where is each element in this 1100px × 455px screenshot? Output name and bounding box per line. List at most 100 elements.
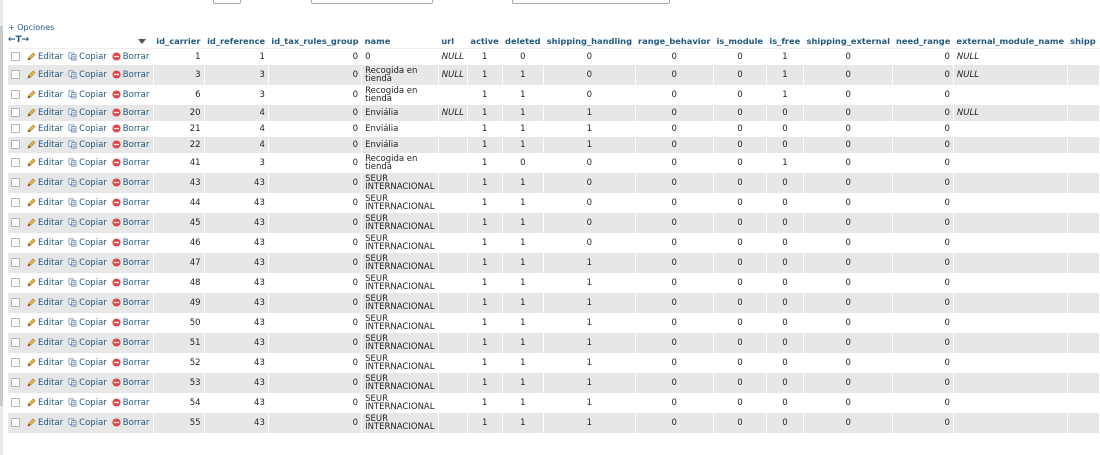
edit-button[interactable]: Editar	[27, 198, 63, 208]
edit-button[interactable]: Editar	[27, 338, 63, 348]
edit-button[interactable]: Editar	[27, 358, 63, 368]
edit-button[interactable]: Editar	[27, 124, 63, 134]
row-checkbox[interactable]	[11, 258, 20, 268]
row-checkbox[interactable]	[11, 158, 20, 168]
edit-button[interactable]: Editar	[27, 318, 63, 328]
delete-button[interactable]: Borrar	[112, 158, 149, 168]
col-url[interactable]: url	[438, 33, 468, 49]
row-checkbox[interactable]	[11, 378, 20, 388]
row-checkbox[interactable]	[11, 358, 20, 368]
edit-button[interactable]: Editar	[27, 140, 63, 150]
col-active[interactable]: active	[467, 33, 503, 49]
row-checkbox[interactable]	[11, 318, 20, 328]
row-checkbox[interactable]	[11, 108, 20, 118]
edit-button[interactable]: Editar	[27, 70, 63, 80]
row-checkbox[interactable]	[11, 90, 20, 100]
col-external-module-name[interactable]: external_module_name	[953, 33, 1068, 49]
col-deleted[interactable]: deleted	[502, 33, 544, 49]
row-checkbox[interactable]	[11, 218, 20, 228]
col-shipp[interactable]: shipp	[1067, 33, 1100, 49]
copy-button[interactable]: Copiar	[68, 52, 107, 62]
row-checkbox[interactable]	[11, 198, 20, 208]
copy-button[interactable]: Copiar	[68, 178, 107, 188]
row-checkbox[interactable]	[11, 278, 20, 288]
delete-button[interactable]: Borrar	[112, 398, 149, 408]
row-checkbox[interactable]	[11, 298, 20, 308]
copy-button[interactable]: Copiar	[68, 338, 107, 348]
delete-button[interactable]: Borrar	[112, 218, 149, 228]
top-input-1[interactable]	[213, 0, 241, 4]
edit-button[interactable]: Editar	[27, 108, 63, 118]
row-checkbox[interactable]	[11, 52, 20, 62]
delete-button[interactable]: Borrar	[112, 378, 149, 388]
col-is-module[interactable]: is_module	[713, 33, 767, 49]
edit-button[interactable]: Editar	[27, 398, 63, 408]
edit-button[interactable]: Editar	[27, 378, 63, 388]
copy-button[interactable]: Copiar	[68, 198, 107, 208]
row-checkbox[interactable]	[11, 238, 20, 248]
col-need-range[interactable]: need_range	[892, 33, 954, 49]
col-id-reference[interactable]: id_reference	[204, 33, 269, 49]
copy-button[interactable]: Copiar	[68, 218, 107, 228]
delete-button[interactable]: Borrar	[112, 52, 149, 62]
col-shipping-handling[interactable]: shipping_handling	[543, 33, 636, 49]
edit-button[interactable]: Editar	[27, 158, 63, 168]
sort-caret-icon[interactable]	[138, 38, 147, 44]
edit-button[interactable]: Editar	[27, 258, 63, 268]
copy-button[interactable]: Copiar	[68, 70, 107, 80]
edit-button[interactable]: Editar	[27, 52, 63, 62]
delete-button[interactable]: Borrar	[112, 108, 149, 118]
row-checkbox[interactable]	[11, 178, 20, 188]
row-checkbox[interactable]	[11, 398, 20, 408]
col-range-behavior[interactable]: range_behavior	[635, 33, 714, 49]
row-checkbox[interactable]	[11, 338, 20, 348]
delete-button[interactable]: Borrar	[112, 124, 149, 134]
edit-button[interactable]: Editar	[27, 298, 63, 308]
delete-button[interactable]: Borrar	[112, 418, 149, 428]
delete-button[interactable]: Borrar	[112, 318, 149, 328]
delete-button[interactable]: Borrar	[112, 358, 149, 368]
copy-button[interactable]: Copiar	[68, 238, 107, 248]
delete-button[interactable]: Borrar	[112, 70, 149, 80]
edit-button[interactable]: Editar	[27, 178, 63, 188]
top-input-3[interactable]	[512, 0, 670, 4]
copy-button[interactable]: Copiar	[68, 418, 107, 428]
col-id-tax-rules-group[interactable]: id_tax_rules_group	[268, 33, 362, 49]
row-checkbox[interactable]	[11, 418, 20, 428]
delete-button[interactable]: Borrar	[112, 178, 149, 188]
copy-button[interactable]: Copiar	[68, 378, 107, 388]
row-checkbox[interactable]	[11, 140, 20, 150]
col-shipping-external[interactable]: shipping_external	[803, 33, 893, 49]
copy-button[interactable]: Copiar	[68, 318, 107, 328]
copy-button[interactable]: Copiar	[68, 124, 107, 134]
edit-button[interactable]: Editar	[27, 218, 63, 228]
edit-button[interactable]: Editar	[27, 90, 63, 100]
delete-button[interactable]: Borrar	[112, 90, 149, 100]
edit-button[interactable]: Editar	[27, 418, 63, 428]
col-name[interactable]: name	[361, 33, 439, 49]
copy-button[interactable]: Copiar	[68, 398, 107, 408]
delete-button[interactable]: Borrar	[112, 238, 149, 248]
edit-button[interactable]: Editar	[27, 278, 63, 288]
copy-button[interactable]: Copiar	[68, 358, 107, 368]
row-checkbox[interactable]	[11, 124, 20, 134]
top-input-2[interactable]	[311, 0, 433, 4]
col-is-free[interactable]: is_free	[766, 33, 804, 49]
delete-button[interactable]: Borrar	[112, 278, 149, 288]
copy-button[interactable]: Copiar	[68, 108, 107, 118]
row-checkbox[interactable]	[11, 70, 20, 80]
edit-button[interactable]: Editar	[27, 238, 63, 248]
copy-button[interactable]: Copiar	[68, 140, 107, 150]
delete-button[interactable]: Borrar	[112, 140, 149, 150]
copy-button[interactable]: Copiar	[68, 258, 107, 268]
delete-button[interactable]: Borrar	[112, 258, 149, 268]
copy-button[interactable]: Copiar	[68, 158, 107, 168]
delete-button[interactable]: Borrar	[112, 198, 149, 208]
options-link[interactable]: + Opciones	[8, 23, 54, 32]
delete-button[interactable]: Borrar	[112, 298, 149, 308]
col-id-carrier[interactable]: id_carrier	[153, 33, 205, 49]
copy-button[interactable]: Copiar	[68, 90, 107, 100]
delete-button[interactable]: Borrar	[112, 338, 149, 348]
column-nav-arrows[interactable]: ←T→	[8, 35, 29, 45]
copy-button[interactable]: Copiar	[68, 278, 107, 288]
